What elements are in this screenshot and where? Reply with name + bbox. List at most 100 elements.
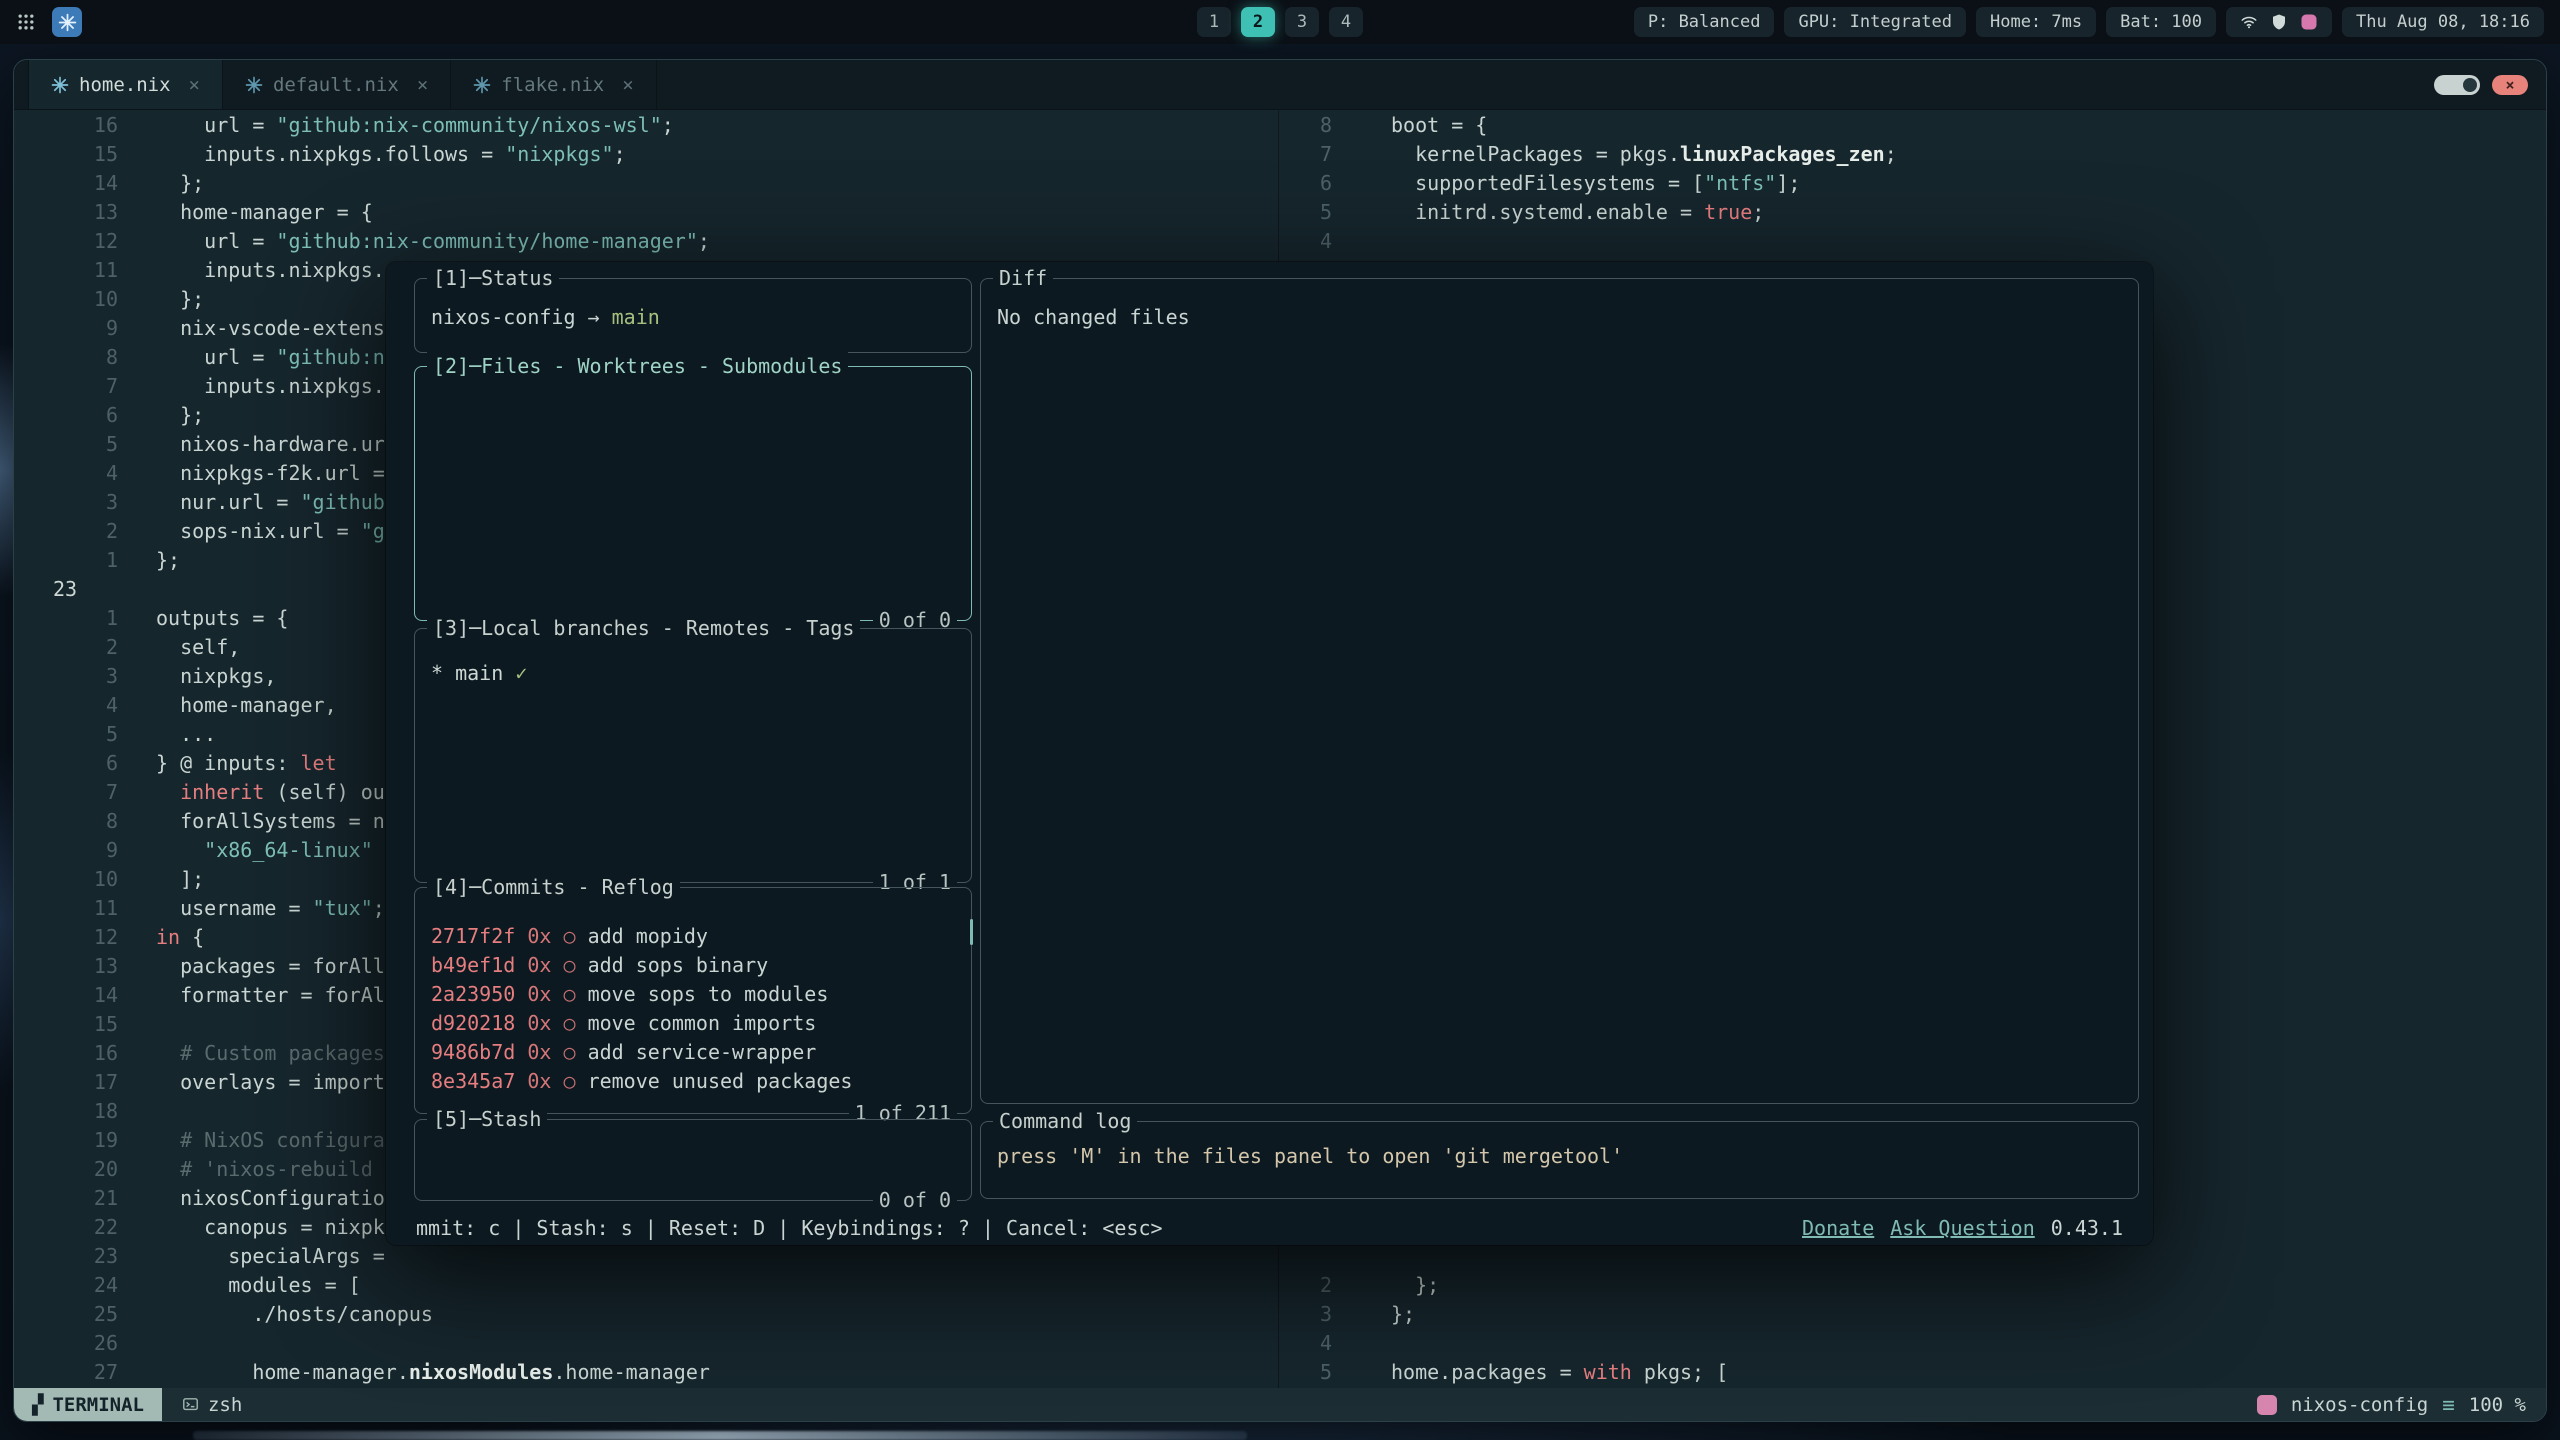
code-line[interactable]: 2 }; <box>1292 1271 1897 1300</box>
lazygit-diff-panel[interactable]: Diff No changed files <box>980 278 2139 1104</box>
code-line[interactable]: 13 home-manager = { <box>53 198 710 227</box>
line-number: 12 <box>53 227 118 256</box>
code-line[interactable]: 4 <box>1292 227 1897 256</box>
commit-author: 0x <box>515 1011 563 1035</box>
commits-scrollbar[interactable] <box>970 919 973 945</box>
line-number: 2 <box>53 633 118 662</box>
tab-default.nix[interactable]: default.nix× <box>223 60 451 109</box>
tab-flake.nix[interactable]: flake.nix × <box>451 60 656 109</box>
tray <box>2226 7 2332 37</box>
keybinding-hints: mmit: c | Stash: s | Reset: D | Keybindi… <box>416 1214 1163 1243</box>
line-number: 12 <box>53 923 118 952</box>
lazygit-command-log-panel[interactable]: Command log press 'M' in the files panel… <box>980 1121 2139 1199</box>
commit-row[interactable]: 2717f2f 0x ○ add mopidy <box>431 922 955 951</box>
commit-hash: 9486b7d <box>431 1040 515 1064</box>
commit-row[interactable]: b49ef1d 0x ○ add sops binary <box>431 951 955 980</box>
code-text: }; <box>1391 1271 1439 1300</box>
ask-question-link[interactable]: Ask Question <box>1890 1214 2035 1243</box>
lazygit-stash-panel[interactable]: [5]─Stash 0 of 0 <box>414 1119 972 1201</box>
code-line[interactable]: 7 kernelPackages = pkgs.linuxPackages_ze… <box>1292 140 1897 169</box>
lazygit-footer: Donate Ask Question 0.43.1 <box>1802 1214 2123 1243</box>
workspace-button-1[interactable]: 1 <box>1197 7 1231 37</box>
code-text: }; <box>1391 1300 1415 1329</box>
code-text: url = "github:n <box>156 343 385 372</box>
code-line[interactable]: 24 modules = [ <box>53 1271 710 1300</box>
line-number: 2 <box>53 517 118 546</box>
code-line[interactable]: 16 url = "github:nix-community/nixos-wsl… <box>53 111 710 140</box>
code-line[interactable]: 15 inputs.nixpkgs.follows = "nixpkgs"; <box>53 140 710 169</box>
commit-row[interactable]: 9486b7d 0x ○ add service-wrapper <box>431 1038 955 1067</box>
commit-author: 0x <box>515 924 563 948</box>
code-line[interactable]: 23 specialArgs = <box>53 1242 710 1271</box>
code-line[interactable]: 12 url = "github:nix-community/home-mana… <box>53 227 710 256</box>
commit-author: 0x <box>515 1040 563 1064</box>
code-line[interactable]: 14 }; <box>53 169 710 198</box>
files-body <box>415 367 971 620</box>
workspace-button-3[interactable]: 3 <box>1285 7 1319 37</box>
line-number: 6 <box>1292 169 1332 198</box>
line-number: 14 <box>53 981 118 1010</box>
code-text: home.packages = with pkgs; [ <box>1391 1358 1728 1387</box>
lazygit-commits-panel[interactable]: [4]─Commits - Reflog 2717f2f 0x ○ add mo… <box>414 887 972 1114</box>
nix-logo-icon[interactable] <box>52 7 82 37</box>
code-text: forAllSystems = n <box>156 807 385 836</box>
close-icon[interactable]: × <box>622 74 633 96</box>
apps-grid-icon[interactable] <box>16 12 36 32</box>
line-number: 2 <box>1292 1271 1332 1300</box>
command-log-body: press 'M' in the files panel to open 'gi… <box>981 1122 2138 1198</box>
shell-buffer[interactable]: zsh <box>162 1394 262 1416</box>
line-number: 11 <box>53 894 118 923</box>
line-number: 1 <box>53 604 118 633</box>
system-topbar: 1234 P: BalancedGPU: IntegratedHome: 7ms… <box>0 0 2560 44</box>
lazygit-files-panel[interactable]: [2]─Files - Worktrees - Submodules 0 of … <box>414 366 972 621</box>
code-text: nixpkgs-f2k.url = <box>156 459 385 488</box>
line-number: 21 <box>53 1184 118 1213</box>
code-text: }; <box>156 285 204 314</box>
code-line[interactable]: 25 ./hosts/canopus <box>53 1300 710 1329</box>
commit-row[interactable]: 2a23950 0x ○ move sops to modules <box>431 980 955 1009</box>
tabbar-tabs: home.nix×default.nix× flake.nix × <box>14 60 657 109</box>
close-icon[interactable]: × <box>189 74 200 96</box>
line-number: 3 <box>53 488 118 517</box>
commit-hash: 2717f2f <box>431 924 515 948</box>
code-line[interactable]: 5 initrd.systemd.enable = true; <box>1292 198 1897 227</box>
window-close-button[interactable]: × <box>2492 75 2528 95</box>
code-line[interactable]: 5home.packages = with pkgs; [ <box>1292 1358 1897 1387</box>
mode-indicator: ▞ TERMINAL <box>14 1388 162 1421</box>
code-line[interactable]: 3}; <box>1292 1300 1897 1329</box>
commit-row[interactable]: 8e345a7 0x ○ remove unused packages <box>431 1067 955 1096</box>
close-icon[interactable]: × <box>417 74 428 96</box>
commit-row[interactable]: d920218 0x ○ move common imports <box>431 1009 955 1038</box>
commits-list: 2717f2f 0x ○ add mopidyb49ef1d 0x ○ add … <box>415 888 971 1113</box>
code-text: url = "github:nix-community/home-manager… <box>156 227 710 256</box>
code-text: packages = forAll <box>156 952 385 981</box>
lazygit-branches-panel[interactable]: [3]─Local branches - Remotes - Tags * ma… <box>414 628 972 883</box>
workspace-button-4[interactable]: 4 <box>1329 7 1363 37</box>
line-number: 4 <box>1292 227 1332 256</box>
code-line[interactable]: 26 <box>53 1329 710 1358</box>
line-number: 4 <box>1292 1329 1332 1358</box>
donate-link[interactable]: Donate <box>1802 1214 1874 1243</box>
code-line[interactable]: 6 supportedFilesystems = ["ntfs"]; <box>1292 169 1897 198</box>
tab-label: flake.nix <box>501 74 604 96</box>
branch-row[interactable]: * main ✓ <box>431 659 955 688</box>
code-text: ./hosts/canopus <box>156 1300 433 1329</box>
code-text: inherit (self) ou <box>156 778 385 807</box>
nix-snowflake-icon <box>245 76 263 94</box>
code-line[interactable]: 27 home-manager.nixosModules.home-manage… <box>53 1358 710 1387</box>
line-number: 10 <box>53 865 118 894</box>
code-text: inputs.nixpkgs.follows = "nixpkgs"; <box>156 140 626 169</box>
window-pin-toggle[interactable] <box>2434 75 2480 95</box>
code-line[interactable] <box>1292 1242 1897 1271</box>
code-line[interactable]: 4 <box>1292 1329 1897 1358</box>
lines-icon: ≡ <box>2442 1393 2455 1417</box>
code-text: overlays = import <box>156 1068 385 1097</box>
tab-home.nix[interactable]: home.nix× <box>28 60 223 109</box>
code-line[interactable]: 8boot = { <box>1292 111 1897 140</box>
code-text: nix-vscode-extens <box>156 314 385 343</box>
workspace-button-2[interactable]: 2 <box>1241 7 1275 37</box>
line-number: 13 <box>53 952 118 981</box>
line-number: 10 <box>53 285 118 314</box>
code-text: inputs.nixpkgs. <box>156 256 385 285</box>
lazygit-status-panel[interactable]: [1]─Status nixos-config → main <box>414 278 972 353</box>
